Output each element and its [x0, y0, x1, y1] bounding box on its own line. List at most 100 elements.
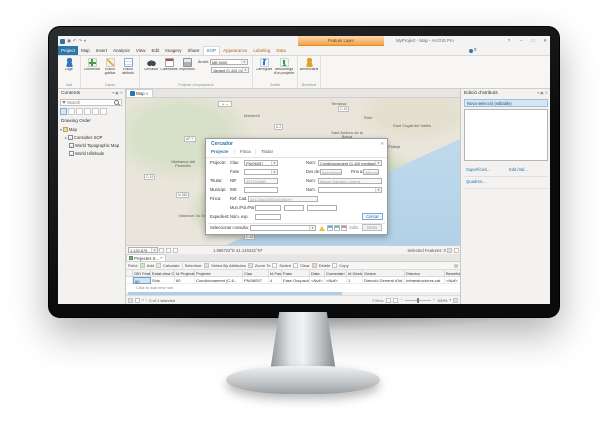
calendaris-button[interactable]: Calendaris — [160, 57, 178, 72]
pane-menu-icon[interactable]: ▾ — [112, 91, 114, 95]
column-header[interactable]: Data — [310, 270, 325, 277]
cell[interactable]: Condicionament (C-6... — [195, 277, 243, 284]
superficies-link[interactable]: Superfícies... — [466, 167, 490, 172]
carregues-button[interactable]: Càrregues — [255, 57, 273, 72]
table-zoom-slider[interactable] — [405, 300, 431, 301]
collapsed-arrow-icon[interactable]: ▸ — [65, 136, 67, 140]
column-header[interactable]: Id Fase — [269, 270, 282, 277]
edit-val-link[interactable]: Edit./Val... — [509, 167, 528, 172]
basemap-icon[interactable] — [173, 248, 178, 253]
column-header[interactable]: Projecte — [195, 270, 243, 277]
close-pane-icon[interactable]: ✕ — [545, 91, 548, 95]
search-input[interactable] — [66, 100, 114, 105]
select-by-attributes-button[interactable]: Select By Attributes — [211, 263, 246, 268]
map-nav-control[interactable]: + − — [218, 101, 232, 107]
coordinates-readout[interactable]: 1.986722°E 41.140432°N — [213, 248, 261, 253]
table-row[interactable]: 60 Sòls 60 Condicionament (C-6... PN/060… — [126, 277, 460, 284]
cell[interactable]: Sòls — [151, 277, 175, 284]
titular-nom-input[interactable]: Miquel Salvadó Llorens — [318, 178, 382, 184]
zoom-out-icon[interactable]: − — [400, 297, 402, 303]
copy-icon[interactable] — [332, 263, 337, 268]
pane-menu-icon[interactable]: ▾ — [537, 91, 539, 95]
edicio-atributs-button[interactable]: Edició atributs — [119, 57, 137, 76]
list-by-labeling-icon[interactable] — [100, 108, 107, 115]
zoom-to-icon[interactable] — [248, 263, 253, 268]
tab-data[interactable]: Data — [273, 46, 289, 55]
cercar-button[interactable]: Cercar — [362, 213, 383, 220]
tree-item-layer[interactable]: ✓ World Hillshade — [69, 151, 104, 156]
close-button[interactable]: ✕ — [540, 36, 550, 46]
desa-button[interactable]: Desa — [362, 224, 382, 231]
tab-imagery[interactable]: Imagery — [162, 46, 184, 55]
refresh-table-icon[interactable] — [453, 298, 458, 303]
nom-combo[interactable]: Condicionament (C-63) mediambiental N-ll… — [318, 160, 382, 166]
tab-view[interactable]: View — [133, 46, 149, 55]
column-header[interactable]: Estat obra Codi — [151, 270, 175, 277]
clear-button[interactable]: Clear — [300, 263, 310, 268]
layer-checkbox[interactable]: ✓ — [69, 143, 74, 148]
column-header[interactable]: OID Feature — [133, 270, 151, 277]
notification-count[interactable]: 0 — [474, 47, 476, 52]
desde-date-input[interactable]: dd/mm/yyyy — [320, 169, 342, 175]
tab-project[interactable]: Project — [58, 46, 78, 55]
list-by-snapping-icon[interactable] — [92, 108, 99, 115]
column-header[interactable]: Beneficiari — [445, 270, 460, 277]
cell[interactable]: Infraestructures.cat — [405, 277, 445, 284]
column-header[interactable]: Comentari — [325, 270, 347, 277]
column-header[interactable]: Fase — [282, 270, 310, 277]
consulta-combo[interactable]: ▾ — [250, 225, 316, 231]
column-header[interactable]: Director — [405, 270, 445, 277]
list-by-drawing-order-icon[interactable] — [60, 108, 67, 115]
maximize-button[interactable]: □ — [528, 36, 538, 46]
table-menu-icon[interactable]: ▤ — [454, 263, 458, 269]
new-query-icon[interactable] — [327, 225, 333, 231]
calculate-icon[interactable] — [156, 263, 161, 268]
zoom-to-button[interactable]: Zoom To — [255, 263, 271, 268]
impressio-button[interactable]: Impressió — [178, 57, 196, 72]
qat-customize-icon[interactable]: ▾ — [84, 38, 86, 44]
switch-button[interactable]: Switch — [279, 263, 291, 268]
finsa-date-input[interactable]: dd/mm/yyyy — [363, 169, 379, 175]
pin-icon[interactable]: ▣ — [540, 91, 544, 95]
cell[interactable]: Direcció General d'Inf... — [363, 277, 405, 284]
help-button[interactable]: ? — [504, 36, 514, 46]
tab-map[interactable]: Map — [78, 46, 93, 55]
tab-edit[interactable]: Edit — [149, 46, 163, 55]
tree-item-map[interactable]: ▾ Map — [60, 127, 77, 132]
descarrega-button[interactable]: descàrrega d'un projecte — [273, 57, 295, 76]
dialog-tab-titular[interactable]: Titular — [261, 149, 273, 154]
previous-record-icon[interactable]: ‹ — [146, 297, 147, 303]
add-row-hint-row[interactable]: Click to add new row. — [126, 284, 460, 291]
undo-icon[interactable]: ↶ — [73, 38, 77, 44]
switch-selection-icon[interactable] — [272, 263, 277, 268]
map-view-tab[interactable]: Map ✕ — [126, 89, 153, 97]
dialog-tab-projecte[interactable]: Projecte — [211, 149, 228, 154]
cell[interactable]: 4 — [269, 277, 282, 284]
table-tab[interactable]: Projectes S... ✕ — [126, 254, 166, 261]
tab-labeling[interactable]: Labeling — [250, 46, 273, 55]
edicio-grafica-button[interactable]: Edició gràfica — [101, 57, 119, 76]
layer-checkbox[interactable]: ✓ — [69, 151, 74, 156]
numexp-input[interactable] — [255, 214, 281, 220]
bookmark-icon[interactable] — [159, 248, 164, 253]
pin-icon[interactable]: ▣ — [115, 91, 119, 95]
cell[interactable]: 1 — [347, 277, 363, 284]
zoom-in-icon[interactable]: + — [433, 297, 435, 303]
column-header[interactable]: Gestor — [363, 270, 405, 277]
slider-thumb[interactable] — [417, 298, 419, 303]
notification-icon[interactable] — [469, 49, 473, 53]
ine-input[interactable] — [244, 187, 278, 193]
nif-input[interactable]: 40123456B — [244, 178, 278, 184]
save-icon[interactable]: ▣ — [67, 38, 71, 44]
column-header[interactable] — [126, 270, 133, 277]
selection-listbox[interactable] — [464, 109, 548, 161]
locate-icon[interactable] — [166, 248, 171, 253]
cell[interactable]: 60 — [175, 277, 195, 284]
copy-button[interactable]: Copy — [339, 263, 348, 268]
list-by-source-icon[interactable] — [68, 108, 75, 115]
expanded-arrow-icon[interactable]: ▾ — [60, 128, 62, 132]
row-selector-cell[interactable] — [126, 277, 133, 284]
tab-appearance[interactable]: Appearance — [220, 46, 250, 55]
tree-item-layer[interactable]: ✓ World Topographic Map — [69, 143, 119, 148]
pol-input[interactable] — [284, 205, 304, 211]
